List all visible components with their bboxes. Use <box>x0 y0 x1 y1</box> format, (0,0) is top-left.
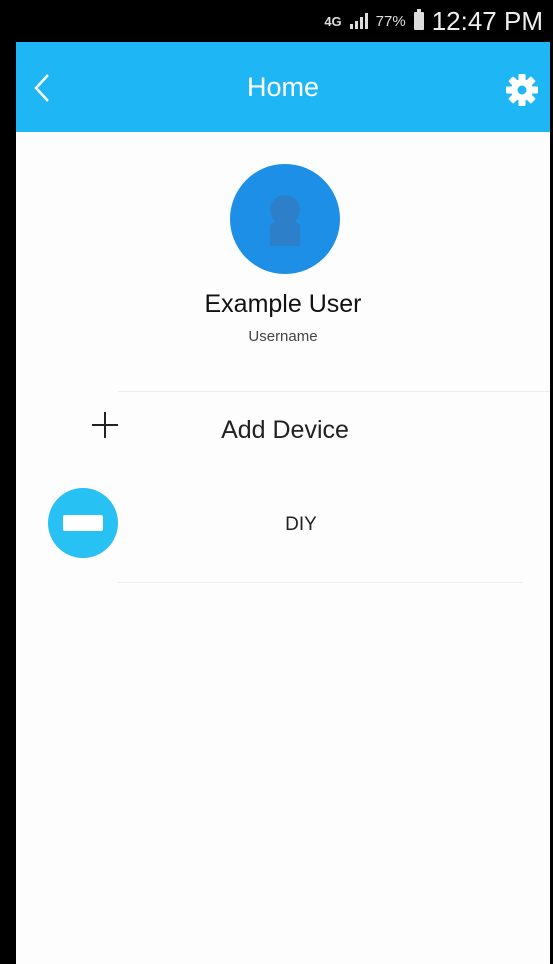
status-time: 12:47 PM <box>431 5 543 36</box>
user-silhouette-icon <box>270 195 300 246</box>
add-device-label: Add Device <box>221 416 349 444</box>
display-name: Example User <box>204 290 362 318</box>
username: Username <box>248 328 318 345</box>
profile-section: Example User Username <box>16 132 550 392</box>
avatar[interactable] <box>230 164 340 274</box>
network-indicator: 4G <box>324 13 342 29</box>
battery-percent: 77% <box>375 12 406 30</box>
page-title: Home <box>246 71 320 102</box>
chevron-left-icon <box>34 74 49 102</box>
device-item-diy[interactable]: DIY <box>16 480 550 580</box>
add-device-button[interactable]: Add Device <box>16 392 550 472</box>
signal-icon <box>349 13 368 29</box>
settings-button[interactable] <box>504 72 540 108</box>
back-button[interactable] <box>28 70 56 106</box>
status-bar: 4G 77% 12:47 PM <box>0 0 553 42</box>
device-label: DIY <box>285 514 317 535</box>
gear-icon <box>506 74 538 106</box>
app-bar: Home <box>16 42 550 132</box>
divider <box>118 582 523 583</box>
battery-icon <box>413 9 424 30</box>
